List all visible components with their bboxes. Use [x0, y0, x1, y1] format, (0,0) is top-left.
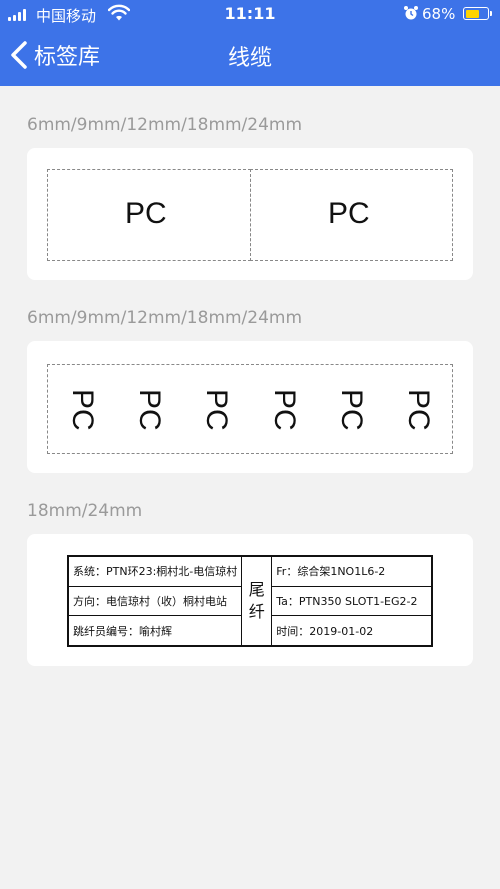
fiber-label-to: Ta：PTN350 SLOT1-EG2-2	[271, 585, 433, 617]
label-cell-text: PC	[200, 389, 234, 431]
label-cell-text: PC	[328, 197, 370, 230]
label-cell: PC PC PC PC PC PC	[47, 364, 453, 454]
section-size-label: 6mm/9mm/12mm/18mm/24mm	[27, 308, 303, 328]
battery-percentage: 68%	[422, 5, 456, 23]
page-title: 线缆	[227, 46, 272, 71]
battery-level-fill	[465, 9, 480, 18]
section-size-label: 6mm/9mm/12mm/18mm/24mm	[27, 115, 303, 135]
battery-icon	[463, 7, 492, 20]
label-template-card[interactable]: PC PC PC PC PC PC	[27, 341, 473, 473]
label-template-card[interactable]: 系统：PTN环23:桐村北-电信琼村 尾 纤 Fr：综合架1NO1L6-2 方向…	[27, 534, 473, 666]
label-cell-text: PC	[402, 389, 436, 431]
fiber-label-type: 尾 纤	[241, 555, 273, 647]
fiber-label-direction: 方向：电信琼村（收）桐村电站	[67, 585, 243, 617]
navigation-bar: 中国移动 11:11 68% 标签库 线缆	[0, 0, 500, 86]
fiber-label-from: Fr：综合架1NO1L6-2	[271, 555, 433, 587]
section-size-label: 18mm/24mm	[27, 501, 143, 521]
label-cell-text: PC	[125, 197, 167, 230]
label-cell-text: PC	[65, 389, 99, 431]
fiber-label-table: 系统：PTN环23:桐村北-电信琼村 尾 纤 Fr：综合架1NO1L6-2 方向…	[67, 555, 433, 647]
label-cell-text: PC	[334, 389, 368, 431]
label-template-card[interactable]: PC PC	[27, 148, 473, 280]
fiber-label-system: 系统：PTN环23:桐村北-电信琼村	[67, 555, 243, 587]
alarm-clock-icon	[404, 6, 418, 20]
label-cell-text: PC	[267, 389, 301, 431]
fiber-label-date: 时间：2019-01-02	[271, 615, 433, 647]
label-cell-text: PC	[132, 389, 166, 431]
fiber-label-operator: 跳纤员编号：喻村辉	[67, 615, 243, 647]
status-bar: 中国移动 11:11 68%	[0, 0, 500, 28]
